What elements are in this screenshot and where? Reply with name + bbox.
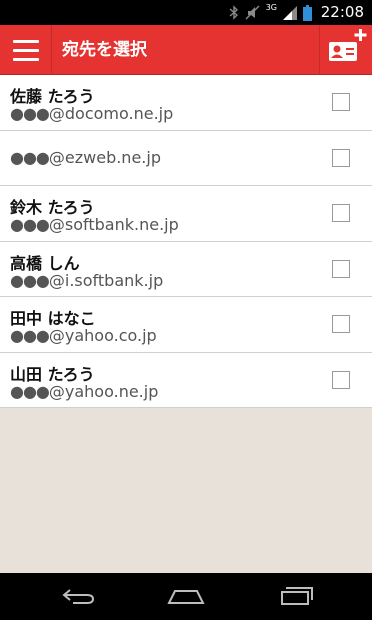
masked-dots: ●●● xyxy=(10,215,50,234)
contact-email: ●●●@i.softbank.jp xyxy=(10,271,163,290)
status-time: 22:08 xyxy=(320,3,364,21)
recent-apps-icon xyxy=(281,587,313,605)
contact-email: ●●●@softbank.ne.jp xyxy=(10,215,179,234)
hamburger-line xyxy=(12,57,39,61)
contact-email: ●●●@yahoo.co.jp xyxy=(10,326,157,345)
select-checkbox[interactable] xyxy=(332,204,350,222)
status-bar: 3G 22:08 xyxy=(0,0,372,25)
contact-row[interactable]: 山田 たろう ●●●@yahoo.ne.jp xyxy=(0,352,372,408)
status-icons: 3G xyxy=(229,3,312,21)
contact-row[interactable]: 田中 はなこ ●●●@yahoo.co.jp xyxy=(0,297,372,353)
recent-apps-button[interactable] xyxy=(272,581,322,611)
page-title: 宛先を選択 xyxy=(62,40,147,60)
masked-dots: ●●● xyxy=(10,270,50,290)
masked-dots: ●●● xyxy=(10,104,50,123)
contact-list: 佐藤 たろう ●●●@docomo.ne.jp ●●●@ezweb.ne.jp … xyxy=(0,75,372,408)
email-domain: @yahoo.ne.jp xyxy=(48,381,159,401)
select-checkbox[interactable] xyxy=(332,93,350,111)
contact-row[interactable]: ●●●@ezweb.ne.jp xyxy=(0,130,372,186)
navigation-bar xyxy=(0,573,372,620)
email-domain: @softbank.ne.jp xyxy=(48,215,179,234)
home-button[interactable] xyxy=(161,581,211,611)
add-contact-card-icon xyxy=(329,29,367,61)
home-icon xyxy=(167,590,205,604)
contact-row[interactable]: 高橋 しん ●●●@i.softbank.jp xyxy=(0,241,372,297)
bluetooth-icon xyxy=(229,5,238,20)
app-bar: 宛先を選択 xyxy=(0,25,372,75)
contact-row[interactable]: 鈴木 たろう ●●●@softbank.ne.jp xyxy=(0,186,372,242)
masked-dots: ●●● xyxy=(10,381,50,401)
back-button[interactable] xyxy=(54,581,104,611)
signal-icon xyxy=(283,5,297,20)
email-domain: @yahoo.co.jp xyxy=(48,326,157,345)
contact-email: ●●●@yahoo.ne.jp xyxy=(10,382,158,401)
add-contact-button[interactable] xyxy=(319,25,372,75)
masked-dots: ●●● xyxy=(10,147,50,167)
battery-icon xyxy=(303,4,312,21)
masked-dots: ●●● xyxy=(10,326,50,345)
mute-icon xyxy=(245,5,260,20)
contact-email: ●●●@docomo.ne.jp xyxy=(10,104,173,123)
select-checkbox[interactable] xyxy=(332,259,350,278)
contact-row[interactable]: 佐藤 たろう ●●●@docomo.ne.jp xyxy=(0,75,372,131)
email-domain: @i.softbank.jp xyxy=(48,270,164,290)
select-checkbox[interactable] xyxy=(332,370,350,389)
back-arrow-icon xyxy=(62,589,95,604)
hamburger-line xyxy=(12,48,39,52)
network-type-label: 3G xyxy=(265,3,277,12)
select-checkbox[interactable] xyxy=(332,148,350,167)
select-checkbox[interactable] xyxy=(332,315,350,333)
contact-email: ●●●@ezweb.ne.jp xyxy=(10,148,161,167)
email-domain: @docomo.ne.jp xyxy=(48,104,174,123)
hamburger-menu-icon xyxy=(12,39,39,43)
email-domain: @ezweb.ne.jp xyxy=(48,147,161,167)
menu-button[interactable] xyxy=(0,25,52,75)
